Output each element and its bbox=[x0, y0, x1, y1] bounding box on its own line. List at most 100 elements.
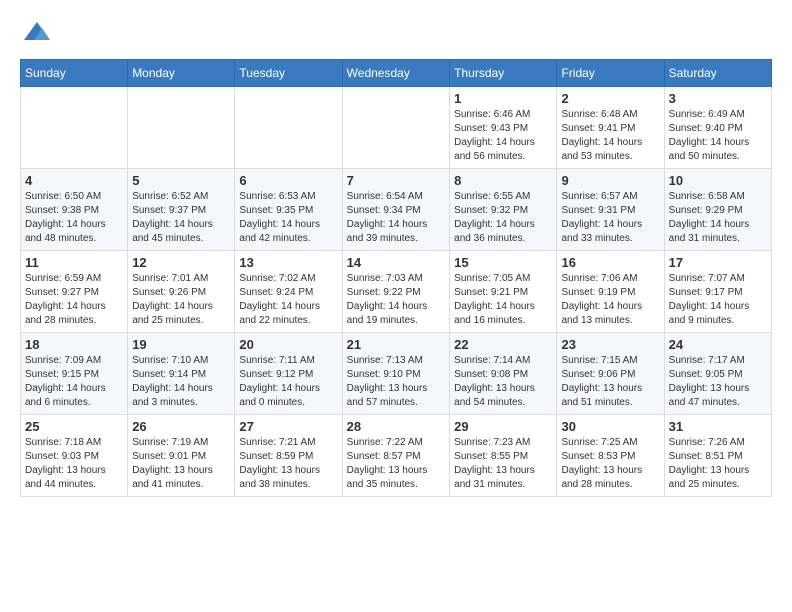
day-number: 12 bbox=[132, 255, 230, 270]
day-info: Sunrise: 7:14 AM Sunset: 9:08 PM Dayligh… bbox=[454, 354, 552, 410]
logo-icon bbox=[22, 20, 52, 44]
calendar-cell: 27 Sunrise: 7:21 AM Sunset: 8:59 PM Dayli… bbox=[235, 415, 342, 497]
day-number: 16 bbox=[561, 255, 659, 270]
day-number: 15 bbox=[454, 255, 552, 270]
day-number: 5 bbox=[132, 173, 230, 188]
day-info: Sunrise: 6:55 AM Sunset: 9:32 PM Dayligh… bbox=[454, 190, 552, 246]
day-info: Sunrise: 7:11 AM Sunset: 9:12 PM Dayligh… bbox=[239, 354, 337, 410]
day-number: 10 bbox=[669, 173, 767, 188]
calendar-cell: 12 Sunrise: 7:01 AM Sunset: 9:26 PM Dayli… bbox=[128, 251, 235, 333]
day-number: 17 bbox=[669, 255, 767, 270]
calendar-cell: 21 Sunrise: 7:13 AM Sunset: 9:10 PM Dayli… bbox=[342, 333, 450, 415]
day-info: Sunrise: 6:46 AM Sunset: 9:43 PM Dayligh… bbox=[454, 108, 552, 164]
day-number: 4 bbox=[25, 173, 123, 188]
calendar-cell: 28Sunrise: 7:22 AM Sunset: 8:57 PM Dayli… bbox=[342, 415, 450, 497]
weekday-header-sunday: Sunday bbox=[21, 60, 128, 87]
day-number: 30 bbox=[561, 419, 659, 434]
calendar-cell: 25 Sunrise: 7:18 AM Sunset: 9:03 PM Dayli… bbox=[21, 415, 128, 497]
calendar-cell: 1 Sunrise: 6:46 AM Sunset: 9:43 PM Daylig… bbox=[450, 87, 557, 169]
weekday-header-friday: Friday bbox=[557, 60, 664, 87]
calendar-cell: 8 Sunrise: 6:55 AM Sunset: 9:32 PM Daylig… bbox=[450, 169, 557, 251]
day-info: Sunrise: 7:23 AM Sunset: 8:55 PM Dayligh… bbox=[454, 436, 552, 492]
calendar-cell: 6 Sunrise: 6:53 AM Sunset: 9:35 PM Daylig… bbox=[235, 169, 342, 251]
day-number: 2 bbox=[561, 91, 659, 106]
day-number: 25 bbox=[25, 419, 123, 434]
calendar-cell: 7 Sunrise: 6:54 AM Sunset: 9:34 PM Daylig… bbox=[342, 169, 450, 251]
day-number: 31 bbox=[669, 419, 767, 434]
calendar-cell bbox=[21, 87, 128, 169]
day-info: Sunrise: 6:59 AM Sunset: 9:27 PM Dayligh… bbox=[25, 272, 123, 328]
day-number: 9 bbox=[561, 173, 659, 188]
day-number: 3 bbox=[669, 91, 767, 106]
calendar-cell: 15 Sunrise: 7:05 AM Sunset: 9:21 PM Dayli… bbox=[450, 251, 557, 333]
calendar-week-row: 11 Sunrise: 6:59 AM Sunset: 9:27 PM Dayli… bbox=[21, 251, 772, 333]
day-info: Sunrise: 7:06 AM Sunset: 9:19 PM Dayligh… bbox=[561, 272, 659, 328]
day-info: Sunrise: 7:09 AM Sunset: 9:15 PM Dayligh… bbox=[25, 354, 123, 410]
day-info: Sunrise: 7:26 AM Sunset: 8:51 PM Dayligh… bbox=[669, 436, 767, 492]
day-number: 22 bbox=[454, 337, 552, 352]
calendar-cell bbox=[235, 87, 342, 169]
day-number: 28 bbox=[347, 419, 446, 434]
day-number: 18 bbox=[25, 337, 123, 352]
logo bbox=[20, 20, 52, 49]
day-number: 11 bbox=[25, 255, 123, 270]
calendar-cell: 13 Sunrise: 7:02 AM Sunset: 9:24 PM Dayli… bbox=[235, 251, 342, 333]
day-info: Sunrise: 7:05 AM Sunset: 9:21 PM Dayligh… bbox=[454, 272, 552, 328]
day-info: Sunrise: 7:13 AM Sunset: 9:10 PM Dayligh… bbox=[347, 354, 446, 410]
calendar-cell: 3 Sunrise: 6:49 AM Sunset: 9:40 PM Daylig… bbox=[664, 87, 771, 169]
calendar-week-row: 18 Sunrise: 7:09 AM Sunset: 9:15 PM Dayli… bbox=[21, 333, 772, 415]
day-number: 6 bbox=[239, 173, 337, 188]
calendar-table: SundayMondayTuesdayWednesdayThursdayFrid… bbox=[20, 59, 772, 497]
day-number: 14 bbox=[347, 255, 446, 270]
day-number: 13 bbox=[239, 255, 337, 270]
day-info: Sunrise: 7:18 AM Sunset: 9:03 PM Dayligh… bbox=[25, 436, 123, 492]
day-info: Sunrise: 6:52 AM Sunset: 9:37 PM Dayligh… bbox=[132, 190, 230, 246]
calendar-cell: 24Sunrise: 7:17 AM Sunset: 9:05 PM Dayli… bbox=[664, 333, 771, 415]
day-info: Sunrise: 6:57 AM Sunset: 9:31 PM Dayligh… bbox=[561, 190, 659, 246]
weekday-header-row: SundayMondayTuesdayWednesdayThursdayFrid… bbox=[21, 60, 772, 87]
calendar-cell: 18 Sunrise: 7:09 AM Sunset: 9:15 PM Dayli… bbox=[21, 333, 128, 415]
calendar-cell: 20 Sunrise: 7:11 AM Sunset: 9:12 PM Dayli… bbox=[235, 333, 342, 415]
day-number: 23 bbox=[561, 337, 659, 352]
day-info: Sunrise: 6:53 AM Sunset: 9:35 PM Dayligh… bbox=[239, 190, 337, 246]
day-info: Sunrise: 6:54 AM Sunset: 9:34 PM Dayligh… bbox=[347, 190, 446, 246]
day-number: 19 bbox=[132, 337, 230, 352]
day-info: Sunrise: 7:02 AM Sunset: 9:24 PM Dayligh… bbox=[239, 272, 337, 328]
calendar-week-row: 1 Sunrise: 6:46 AM Sunset: 9:43 PM Daylig… bbox=[21, 87, 772, 169]
calendar-cell: 31 Sunrise: 7:26 AM Sunset: 8:51 PM Dayli… bbox=[664, 415, 771, 497]
calendar-cell: 11 Sunrise: 6:59 AM Sunset: 9:27 PM Dayli… bbox=[21, 251, 128, 333]
calendar-cell: 16 Sunrise: 7:06 AM Sunset: 9:19 PM Dayli… bbox=[557, 251, 664, 333]
calendar-week-row: 25 Sunrise: 7:18 AM Sunset: 9:03 PM Dayli… bbox=[21, 415, 772, 497]
calendar-cell: 9 Sunrise: 6:57 AM Sunset: 9:31 PM Daylig… bbox=[557, 169, 664, 251]
day-info: Sunrise: 7:21 AM Sunset: 8:59 PM Dayligh… bbox=[239, 436, 337, 492]
calendar-cell: 4Sunrise: 6:50 AM Sunset: 9:38 PM Daylig… bbox=[21, 169, 128, 251]
day-number: 7 bbox=[347, 173, 446, 188]
calendar-cell: 29 Sunrise: 7:23 AM Sunset: 8:55 PM Dayli… bbox=[450, 415, 557, 497]
day-number: 21 bbox=[347, 337, 446, 352]
day-number: 27 bbox=[239, 419, 337, 434]
day-info: Sunrise: 7:15 AM Sunset: 9:06 PM Dayligh… bbox=[561, 354, 659, 410]
day-number: 29 bbox=[454, 419, 552, 434]
day-info: Sunrise: 7:25 AM Sunset: 8:53 PM Dayligh… bbox=[561, 436, 659, 492]
day-number: 8 bbox=[454, 173, 552, 188]
calendar-cell: 2Sunrise: 6:48 AM Sunset: 9:41 PM Daylig… bbox=[557, 87, 664, 169]
calendar-week-row: 4Sunrise: 6:50 AM Sunset: 9:38 PM Daylig… bbox=[21, 169, 772, 251]
calendar-cell: 23 Sunrise: 7:15 AM Sunset: 9:06 PM Dayli… bbox=[557, 333, 664, 415]
calendar-cell: 22 Sunrise: 7:14 AM Sunset: 9:08 PM Dayli… bbox=[450, 333, 557, 415]
calendar-cell: 14 Sunrise: 7:03 AM Sunset: 9:22 PM Dayli… bbox=[342, 251, 450, 333]
day-info: Sunrise: 7:17 AM Sunset: 9:05 PM Dayligh… bbox=[669, 354, 767, 410]
day-info: Sunrise: 7:03 AM Sunset: 9:22 PM Dayligh… bbox=[347, 272, 446, 328]
day-info: Sunrise: 7:10 AM Sunset: 9:14 PM Dayligh… bbox=[132, 354, 230, 410]
day-info: Sunrise: 6:58 AM Sunset: 9:29 PM Dayligh… bbox=[669, 190, 767, 246]
day-number: 1 bbox=[454, 91, 552, 106]
calendar-cell: 5 Sunrise: 6:52 AM Sunset: 9:37 PM Daylig… bbox=[128, 169, 235, 251]
weekday-header-tuesday: Tuesday bbox=[235, 60, 342, 87]
weekday-header-thursday: Thursday bbox=[450, 60, 557, 87]
page-header bbox=[20, 20, 772, 49]
day-info: Sunrise: 6:49 AM Sunset: 9:40 PM Dayligh… bbox=[669, 108, 767, 164]
day-number: 20 bbox=[239, 337, 337, 352]
day-number: 26 bbox=[132, 419, 230, 434]
weekday-header-wednesday: Wednesday bbox=[342, 60, 450, 87]
day-info: Sunrise: 7:07 AM Sunset: 9:17 PM Dayligh… bbox=[669, 272, 767, 328]
day-info: Sunrise: 7:01 AM Sunset: 9:26 PM Dayligh… bbox=[132, 272, 230, 328]
